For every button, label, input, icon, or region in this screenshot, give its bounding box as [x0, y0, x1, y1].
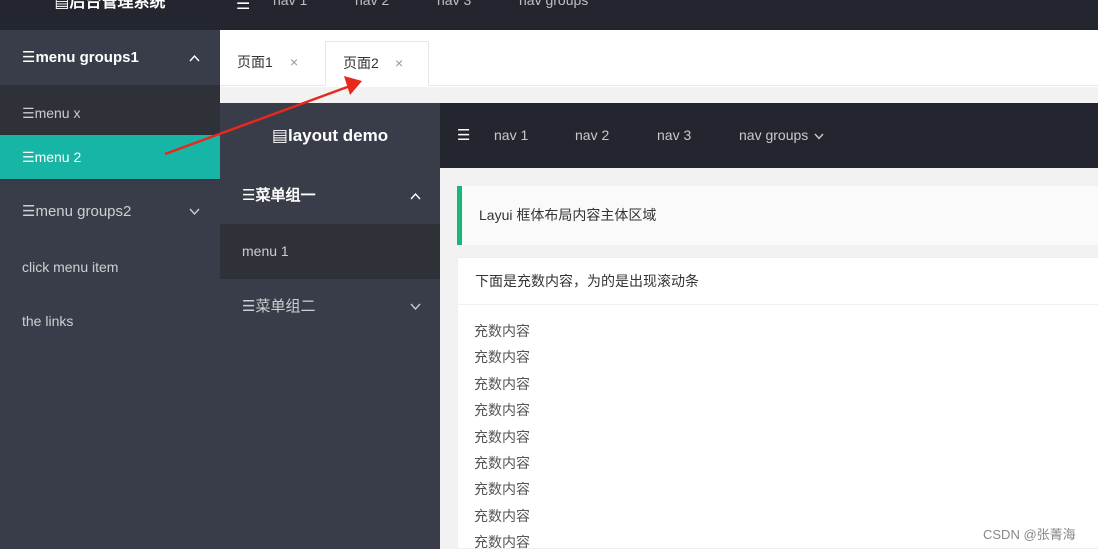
annotation-arrow	[164, 76, 362, 156]
arrow-shaft	[164, 84, 351, 156]
arrow-head	[344, 76, 362, 95]
